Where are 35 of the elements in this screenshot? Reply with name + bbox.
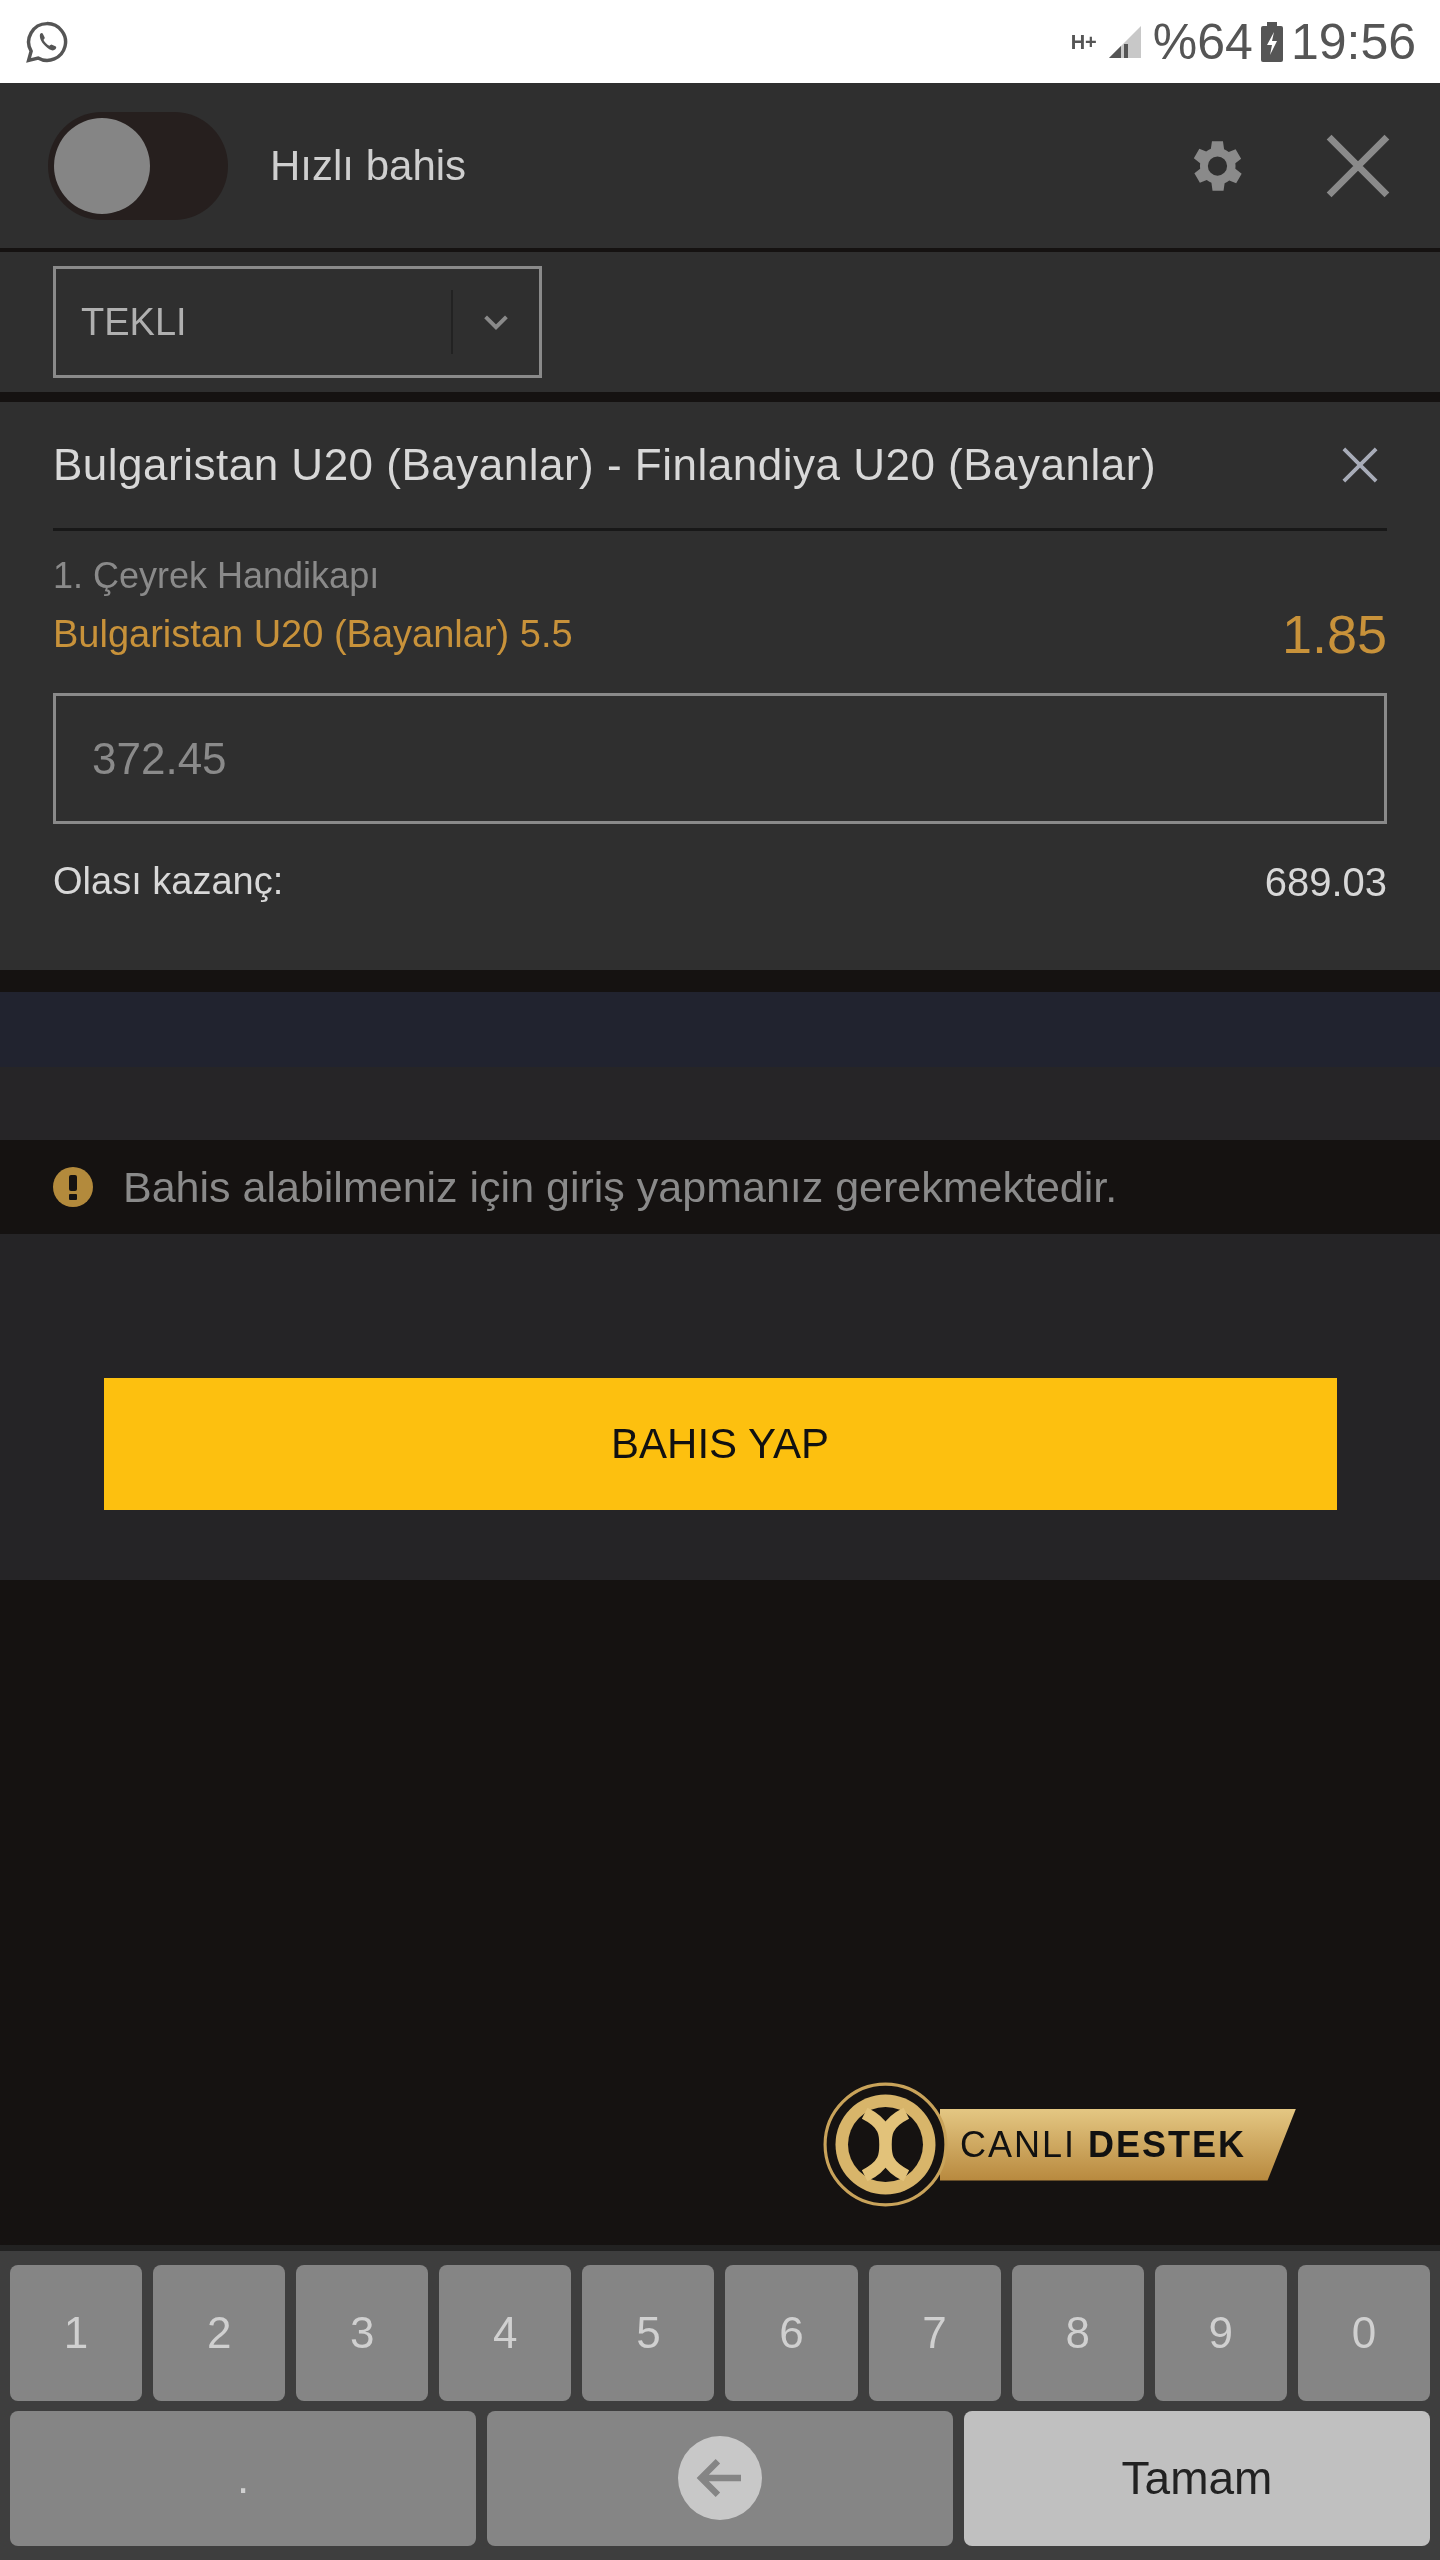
quick-bet-label: Hızlı bahis [270, 141, 468, 190]
live-support-label: CANLI DESTEK [959, 2123, 1246, 2166]
bet-type-select[interactable]: TEKLI [53, 266, 542, 378]
chevron-down-icon [483, 314, 509, 330]
keyboard-key[interactable]: 0 [1297, 2265, 1430, 2401]
potential-win-label: Olası kazanç: [53, 860, 284, 904]
match-title: Bulgaristan U20 (Bayanlar) - Finlandiya U20 (Bayanlar) [53, 440, 1157, 490]
backspace-icon [678, 2436, 762, 2521]
place-bet-button[interactable]: BAHIS YAP [103, 1378, 1337, 1510]
stake-input[interactable]: 372.45 [53, 693, 1387, 824]
keyboard-key[interactable]: 2 [153, 2265, 286, 2401]
keyboard-key[interactable]: 8 [1011, 2265, 1144, 2401]
done-key[interactable]: Tamam [964, 2410, 1430, 2546]
backspace-key[interactable] [487, 2410, 953, 2546]
keyboard-key[interactable]: 9 [1154, 2265, 1287, 2401]
keyboard-key[interactable]: . [10, 2410, 476, 2546]
odds-value: 1.85 [1281, 603, 1387, 665]
close-icon[interactable] [1341, 446, 1379, 484]
battery-charging-icon [1260, 21, 1283, 62]
live-support-button[interactable]: CANLI DESTEK [822, 2082, 1296, 2207]
selection-name: Bulgaristan U20 (Bayanlar) 5.5 [53, 612, 573, 656]
battery-percent: %64 [1152, 16, 1253, 67]
keyboard-key[interactable]: 1 [10, 2265, 143, 2401]
network-type: H+ [1070, 31, 1097, 52]
warning-message: Bahis alabilmeniz için giriş yapmanız gerekmektedir. [123, 1162, 1118, 1212]
market-name: 1. Çeyrek Handikapı [53, 555, 381, 597]
keyboard-key[interactable]: 3 [296, 2265, 429, 2401]
warning-icon [53, 1167, 93, 1207]
keyboard-key[interactable]: 4 [439, 2265, 572, 2401]
clock-time: 19:56 [1290, 16, 1416, 67]
keyboard-key[interactable]: 7 [868, 2265, 1001, 2401]
potential-win-value: 689.03 [1264, 860, 1387, 905]
infinity-logo-icon [822, 2082, 948, 2207]
keyboard-key[interactable]: 5 [582, 2265, 715, 2401]
keyboard-key[interactable]: 6 [725, 2265, 858, 2401]
